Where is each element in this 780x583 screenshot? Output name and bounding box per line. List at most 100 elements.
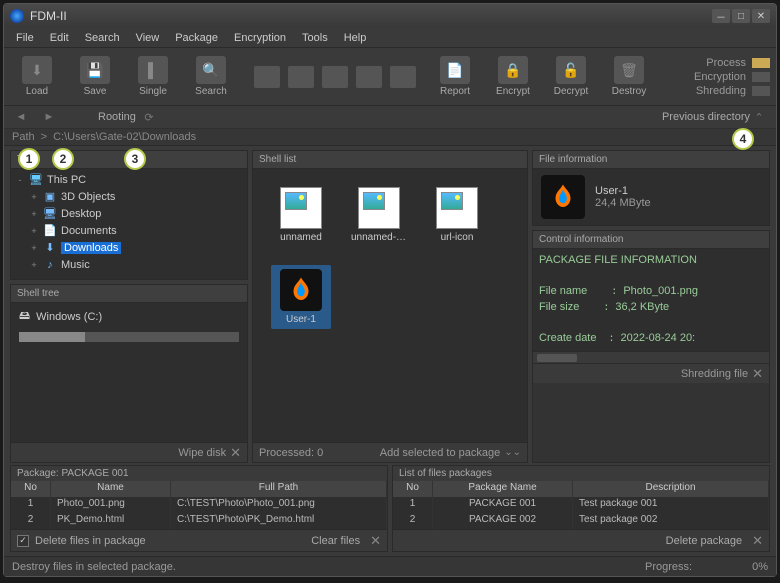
tree-item-this-pc[interactable]: -🖥This PC [15,171,243,188]
single-button[interactable]: ▌Single [126,51,180,103]
menu-edit[interactable]: Edit [42,30,77,46]
toolbar: ⬇Load 💾Save ▌Single 🔍Search 📄Report 🔒Enc… [4,48,776,106]
destroy-button[interactable]: 🗑Destroy [602,51,656,103]
clear-files-label: Clear files [311,535,360,547]
drive-usage-bar [19,332,239,342]
menu-tools[interactable]: Tools [294,30,336,46]
single-icon: ▌ [138,56,168,84]
hotspot-2: 2 [52,148,74,170]
clear-files-button[interactable]: ✕ [370,533,381,549]
delete-package-label: Delete package [666,535,742,547]
folder-icon: ▣ [43,190,57,203]
package-header: Package: PACKAGE 001 [11,466,387,481]
menu-view[interactable]: View [128,30,168,46]
wipe-disk-button[interactable]: ✕ [230,445,241,461]
shell-tree-header: Shell tree [11,285,247,303]
load-button[interactable]: ⬇Load [10,51,64,103]
add-selected-label: Add selected to package [380,447,500,459]
destroy-icon: 🗑 [614,56,644,84]
flame-icon [280,269,322,311]
file-information-panel: File information User-1 24,4 MByte [532,150,770,226]
menu-package[interactable]: Package [167,30,226,46]
save-icon: 💾 [80,56,110,84]
table-row[interactable]: 1Photo_001.pngC:\TEST\Photo\Photo_001.pn… [11,497,387,513]
encrypt-button[interactable]: 🔒Encrypt [486,51,540,103]
table-row[interactable]: 1PACKAGE 001Test package 001 [393,497,769,513]
shell-item-user-1[interactable]: User-1 [271,265,331,329]
path-value: C:\Users\Gate-02\Downloads [53,131,196,143]
forward-button[interactable]: ► [40,109,58,125]
delete-package-button[interactable]: ✕ [752,533,763,549]
file-size: 24,4 MByte [595,197,651,209]
refresh-button[interactable]: ⟳ [140,109,158,125]
mini-button-5[interactable] [390,66,416,88]
mini-button-3[interactable] [322,66,348,88]
tree-item-3d-objects[interactable]: +▣3D Objects [15,188,243,205]
shell-list-header: Shell list [253,151,527,169]
decrypt-icon: 🔓 [556,56,586,84]
tree-item-documents[interactable]: +📄Documents [15,222,243,239]
decrypt-button[interactable]: 🔓Decrypt [544,51,598,103]
menu-encryption[interactable]: Encryption [226,30,294,46]
table-row[interactable]: 2PK_Demo.htmlC:\TEST\Photo\PK_Demo.html [11,513,387,529]
menu-search[interactable]: Search [77,30,128,46]
pc-icon: 🖥 [29,173,43,186]
report-button[interactable]: 📄Report [428,51,482,103]
pathbar: Path > C:\Users\Gate-02\Downloads [4,128,776,146]
list-packages-header: List of files packages [393,466,769,481]
app-logo-icon [10,9,24,23]
shredding-file-button[interactable]: ✕ [752,366,763,382]
image-file-icon [280,187,322,229]
shell-item-url-icon[interactable]: url-icon [427,183,487,247]
table-row[interactable]: 2PACKAGE 002Test package 002 [393,513,769,529]
statusbar: Destroy files in selected package. Progr… [4,556,776,576]
shell-tree-body: 🖴Windows (C:) [11,303,247,442]
shredding-file-label: Shredding file [681,368,748,380]
status-flags: Process Encryption Shredding [694,57,770,97]
delete-files-checkbox[interactable]: ✓ [17,535,29,547]
list-packages-panel: List of files packages No Package Name D… [392,465,770,552]
progress-value: 0% [752,561,768,573]
drive-row[interactable]: 🖴Windows (C:) [11,303,247,330]
delete-files-label: Delete files in package [35,535,146,547]
tree-item-downloads[interactable]: +⬇Downloads [15,239,243,256]
shell-item-unnamed[interactable]: unnamed [271,183,331,247]
save-button[interactable]: 💾Save [68,51,122,103]
app-window: FDM-II － □ ✕ File Edit Search View Packa… [3,3,777,577]
tree-item-desktop[interactable]: +🖥Desktop [15,205,243,222]
scrollbar-horizontal[interactable] [533,351,769,363]
bottom-panels: Package: PACKAGE 001 No Name Full Path 1… [4,465,776,556]
tree-body: -🖥This PC +▣3D Objects +🖥Desktop +📄Docum… [11,169,247,279]
shell-tree-panel: Shell tree 🖴Windows (C:) Wipe disk✕ [10,284,248,463]
minimize-button[interactable]: － [712,9,730,23]
close-button[interactable]: ✕ [752,9,770,23]
rooting-label: Rooting [98,111,136,123]
app-title: FDM-II [30,9,712,23]
search-icon: 🔍 [196,56,226,84]
previous-directory-button[interactable]: ⌃ [750,109,768,125]
hotspot-1: 1 [18,148,40,170]
mini-button-1[interactable] [254,66,280,88]
mini-button-4[interactable] [356,66,382,88]
package-panel: Package: PACKAGE 001 No Name Full Path 1… [10,465,388,552]
previous-directory-label: Previous directory [662,111,750,123]
maximize-button[interactable]: □ [732,9,750,23]
downloads-icon: ⬇ [43,241,57,254]
titlebar: FDM-II － □ ✕ [4,4,776,28]
report-icon: 📄 [440,56,470,84]
drive-icon: 🖴 [19,307,30,326]
menu-help[interactable]: Help [336,30,375,46]
back-button[interactable]: ◄ [12,109,30,125]
shell-item-unnamed-12[interactable]: unnamed-12... [349,183,409,247]
navbar: ◄ ► Rooting ⟳ Previous directory ⌃ [4,106,776,128]
file-thumbnail-icon [541,175,585,219]
hotspot-3: 3 [124,148,146,170]
search-button[interactable]: 🔍Search [184,51,238,103]
menu-file[interactable]: File [8,30,42,46]
image-file-icon [436,187,478,229]
control-information-panel: Control information PACKAGE FILE INFORMA… [532,230,770,463]
shell-list-panel: Shell list unnamed unnamed-12... url-ico… [252,150,528,463]
mini-button-2[interactable] [288,66,314,88]
tree-item-music[interactable]: +♪Music [15,256,243,273]
add-selected-button[interactable]: ⌄⌄ [504,447,521,458]
